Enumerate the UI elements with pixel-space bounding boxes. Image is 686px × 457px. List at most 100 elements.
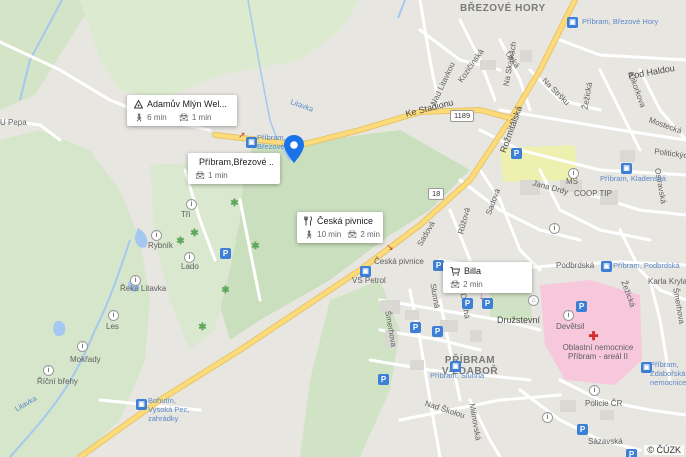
walk-time: 10 min bbox=[317, 230, 342, 239]
arrow-icon: ↘ bbox=[386, 242, 394, 252]
walk-icon: 🚶︎ bbox=[134, 113, 145, 122]
poi-label[interactable]: Les bbox=[106, 323, 119, 331]
place-card[interactable]: Česká pivnice 🚶︎ 10 min 🚘︎ 2 min bbox=[297, 212, 383, 243]
park-icon[interactable]: ✱ bbox=[197, 322, 208, 333]
park-icon[interactable]: ✱ bbox=[175, 236, 186, 247]
place-card[interactable]: Příbram,Březové ... 🚘︎ 1 min bbox=[188, 153, 280, 184]
park-icon[interactable]: ✱ bbox=[189, 228, 200, 239]
poi-label[interactable]: Tři bbox=[181, 211, 190, 219]
parking-icon[interactable]: P bbox=[378, 374, 389, 385]
bus-stop-icon[interactable]: ▣ bbox=[601, 261, 612, 272]
bus-stop-icon[interactable]: ▣ bbox=[360, 266, 371, 277]
bus-stop-label[interactable]: Bohutín, Vysoká Pec, zahrádky bbox=[148, 396, 198, 423]
info-icon[interactable]: i bbox=[568, 168, 579, 179]
street-label: Karla Kryla bbox=[648, 277, 686, 286]
info-icon[interactable]: i bbox=[108, 310, 119, 321]
parking-icon[interactable]: P bbox=[626, 449, 637, 457]
poi-label[interactable]: Devětsil bbox=[556, 323, 584, 331]
car-icon: 🚘︎ bbox=[195, 171, 206, 180]
bus-stop-icon[interactable]: ▣ bbox=[567, 17, 578, 28]
card-title-row: Adamův Mlýn Wel... bbox=[134, 99, 230, 109]
car-time: 1 min bbox=[208, 171, 228, 180]
info-icon[interactable]: i bbox=[130, 275, 141, 286]
bus-stop-label[interactable]: Příbram, Podbrdská bbox=[613, 262, 680, 270]
poi-label[interactable]: VS Petrol bbox=[352, 277, 386, 285]
card-title: Billa bbox=[464, 266, 482, 276]
card-title: Adamův Mlýn Wel... bbox=[147, 99, 227, 109]
poi-label[interactable]: Mokřady bbox=[70, 356, 101, 364]
poi-label[interactable]: Lado bbox=[181, 263, 199, 271]
park-icon[interactable]: ✱ bbox=[220, 285, 231, 296]
location-pin-icon[interactable] bbox=[283, 134, 305, 164]
info-icon[interactable]: i bbox=[563, 310, 574, 321]
card-meta: 🚶︎ 6 min 🚘︎ 1 min bbox=[134, 113, 230, 122]
info-icon[interactable]: i bbox=[542, 412, 553, 423]
cart-icon bbox=[450, 266, 460, 276]
route-shield: 1189 bbox=[450, 110, 475, 122]
bus-stop-icon[interactable]: ▣ bbox=[450, 361, 461, 372]
place-card[interactable]: Adamův Mlýn Wel... 🚶︎ 6 min 🚘︎ 1 min bbox=[127, 95, 237, 126]
poi-label[interactable]: Česká pivnice bbox=[374, 258, 424, 266]
poi-label[interactable]: U Pepa bbox=[0, 119, 27, 127]
arrow-icon: ↗ bbox=[238, 130, 246, 140]
bus-stop-icon[interactable]: ▣ bbox=[641, 362, 652, 373]
info-icon[interactable]: i bbox=[549, 223, 560, 234]
poi-label[interactable]: MŠ bbox=[566, 178, 578, 186]
bus-stop-label[interactable]: Příbram, Březové Hory bbox=[582, 18, 658, 26]
parking-icon[interactable]: P bbox=[482, 298, 493, 309]
area-label-brezove-hory: BŘEZOVÉ HORY bbox=[460, 3, 546, 14]
info-icon[interactable]: i bbox=[186, 199, 197, 210]
info-icon[interactable]: i bbox=[184, 252, 195, 263]
info-icon[interactable]: i bbox=[589, 385, 600, 396]
card-title: Příbram,Březové ... bbox=[199, 157, 273, 167]
place-card[interactable]: Billa 🚘︎ 2 min bbox=[443, 262, 532, 293]
card-title: Česká pivnice bbox=[317, 216, 374, 226]
walk-time: 6 min bbox=[147, 113, 167, 122]
bus-stop-label[interactable]: Příbram, Slunná bbox=[430, 372, 484, 380]
card-meta: 🚘︎ 1 min bbox=[195, 171, 273, 180]
info-icon[interactable]: i bbox=[43, 365, 54, 376]
parking-icon[interactable]: P bbox=[511, 148, 522, 159]
street-label: Podbrdská bbox=[556, 261, 595, 270]
car-icon: 🚘︎ bbox=[450, 280, 461, 289]
poi-label[interactable]: Policie ČR bbox=[585, 400, 622, 408]
car-time: 1 min bbox=[191, 113, 212, 122]
parking-icon[interactable]: P bbox=[577, 424, 588, 435]
car-time: 2 min bbox=[463, 280, 483, 289]
car-icon: 🚘︎ bbox=[347, 230, 358, 239]
car-icon: 🚘︎ bbox=[178, 113, 189, 122]
map-view[interactable]: 1189 18 BŘEZOVÉ HORY PŘÍBRAM V-ZDABOŘ Ke… bbox=[0, 0, 686, 457]
arrow-icon: ↓ bbox=[479, 291, 484, 301]
route-shield: 18 bbox=[428, 188, 445, 200]
poi-label[interactable]: Oblastní nemocnice Příbram - areál II bbox=[562, 343, 634, 361]
street-label: Sázavská bbox=[588, 437, 623, 446]
info-icon[interactable]: i bbox=[151, 230, 162, 241]
hospital-icon[interactable]: ✚ bbox=[588, 330, 599, 342]
bus-stop-icon[interactable]: ▣ bbox=[621, 163, 632, 174]
card-title-row: Příbram,Březové ... bbox=[195, 157, 273, 167]
park-icon[interactable]: ✱ bbox=[229, 198, 240, 209]
card-meta: 🚶︎ 10 min 🚘︎ 2 min bbox=[304, 230, 380, 239]
card-meta: 🚘︎ 2 min bbox=[450, 280, 525, 289]
museum-icon[interactable]: ⌂ bbox=[528, 295, 539, 306]
parking-icon[interactable]: P bbox=[410, 322, 421, 333]
hotel-icon bbox=[134, 99, 143, 108]
poi-label[interactable]: Říční břehy bbox=[37, 378, 78, 386]
parking-icon[interactable]: P bbox=[576, 301, 587, 312]
info-icon[interactable]: i bbox=[77, 341, 88, 352]
park-icon[interactable]: ✱ bbox=[250, 241, 261, 252]
parking-icon[interactable]: P bbox=[432, 326, 443, 337]
bus-stop-label[interactable]: Příbram, Zdabořská nemocnice bbox=[650, 360, 686, 387]
car-time: 2 min bbox=[360, 230, 380, 239]
poi-label[interactable]: COOP TIP bbox=[574, 190, 612, 198]
bus-stop-icon[interactable]: ▣ bbox=[136, 399, 147, 410]
parking-icon[interactable]: P bbox=[462, 298, 473, 309]
poi-label[interactable]: Rybník bbox=[148, 242, 173, 250]
map-copyright[interactable]: © ČÚZK bbox=[644, 445, 684, 455]
walk-icon: 🚶︎ bbox=[304, 230, 315, 239]
bus-stop-label[interactable]: Příbram, Kladenská bbox=[600, 175, 666, 183]
poi-label[interactable]: Řeka Litavka bbox=[120, 285, 166, 293]
card-title-row: Česká pivnice bbox=[304, 216, 376, 226]
bus-stop-icon[interactable]: ▣ bbox=[246, 137, 257, 148]
parking-icon[interactable]: P bbox=[220, 248, 231, 259]
